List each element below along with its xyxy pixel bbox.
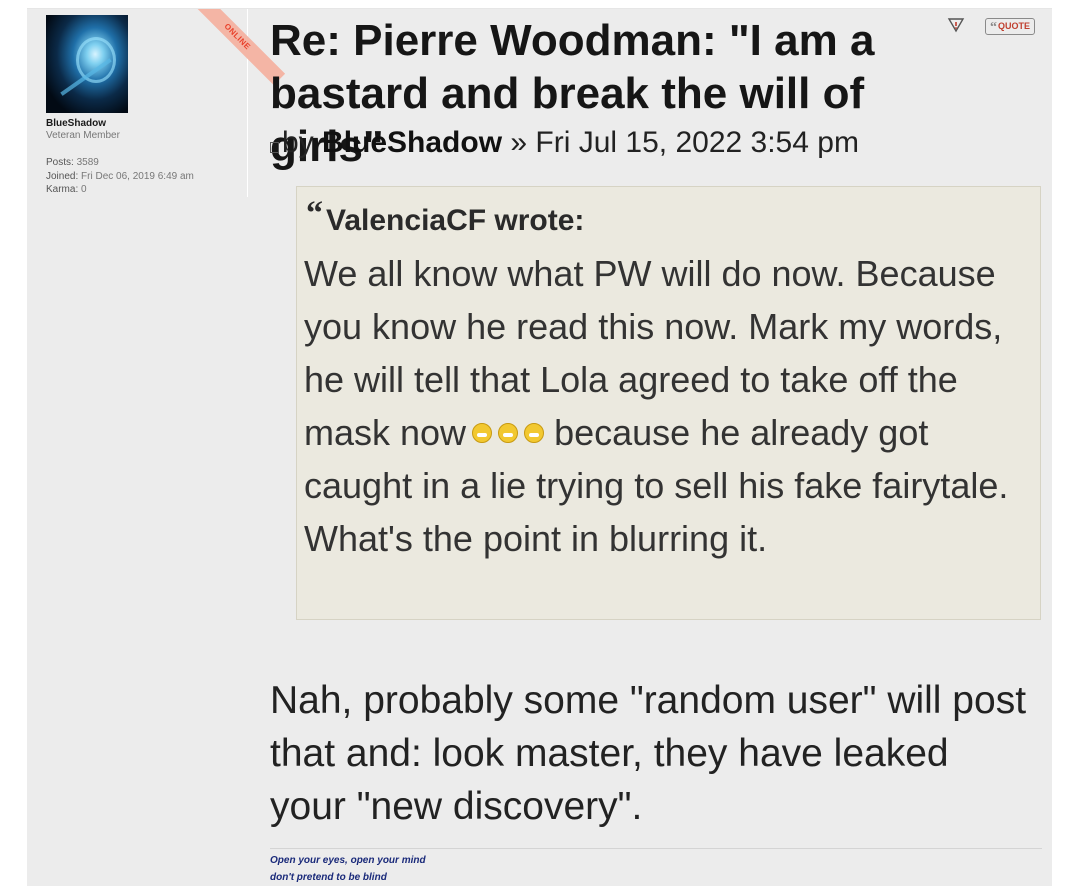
quote-cite: “ValenciaCF wrote: xyxy=(306,195,584,238)
forum-post: ONLINE BlueShadow Veteran Member Posts: … xyxy=(27,9,1052,886)
posts-label: Posts: xyxy=(46,157,74,168)
grin-emoji-icon xyxy=(524,423,545,443)
quote-mark-icon: “ xyxy=(306,195,323,232)
joined-label: Joined: xyxy=(46,171,79,182)
by-prefix: by xyxy=(282,126,314,159)
posts-stat: Posts: 3589 xyxy=(46,157,99,168)
author-link[interactable]: BlueShadow xyxy=(322,126,502,159)
karma-stat: Karma: 0 xyxy=(46,184,87,195)
signature-line-1: Open your eyes, open your mind xyxy=(270,855,426,866)
karma-value: 0 xyxy=(81,184,87,195)
quote-text: We all know what PW will do now. Because… xyxy=(304,247,1032,565)
quote-block: “ValenciaCF wrote: We all know what PW w… xyxy=(296,186,1041,620)
grin-emoji-icon xyxy=(472,423,493,443)
post-link-icon[interactable] xyxy=(270,142,279,153)
quote-button-label: QUOTE xyxy=(998,21,1031,31)
posts-count-link[interactable]: 3589 xyxy=(77,157,99,168)
joined-value: Fri Dec 06, 2019 6:49 am xyxy=(81,171,194,182)
karma-label: Karma: xyxy=(46,184,79,195)
grin-emoji-icon xyxy=(498,423,519,443)
quote-button[interactable]: “QUOTE xyxy=(985,18,1036,35)
report-icon[interactable] xyxy=(947,17,965,33)
post-byline: by BlueShadow » Fri Jul 15, 2022 3:54 pm xyxy=(270,126,859,160)
post-profile: ONLINE BlueShadow Veteran Member Posts: … xyxy=(27,9,286,197)
avatar[interactable] xyxy=(46,15,128,113)
signature-divider xyxy=(270,848,1042,849)
post-content: Nah, probably some "random user" will po… xyxy=(270,679,1027,828)
quote-icon: “ xyxy=(990,20,997,35)
byline-separator: » xyxy=(510,126,528,159)
username-link[interactable]: BlueShadow xyxy=(46,118,106,129)
joined-stat: Joined: Fri Dec 06, 2019 6:49 am xyxy=(46,171,194,182)
top-divider xyxy=(27,0,1052,9)
quote-cite-text: ValenciaCF wrote: xyxy=(326,204,585,237)
signature-line-2: don't pretend to be blind xyxy=(270,872,387,883)
user-rank: Veteran Member xyxy=(46,130,120,141)
post-date: Fri Jul 15, 2022 3:54 pm xyxy=(535,126,859,159)
